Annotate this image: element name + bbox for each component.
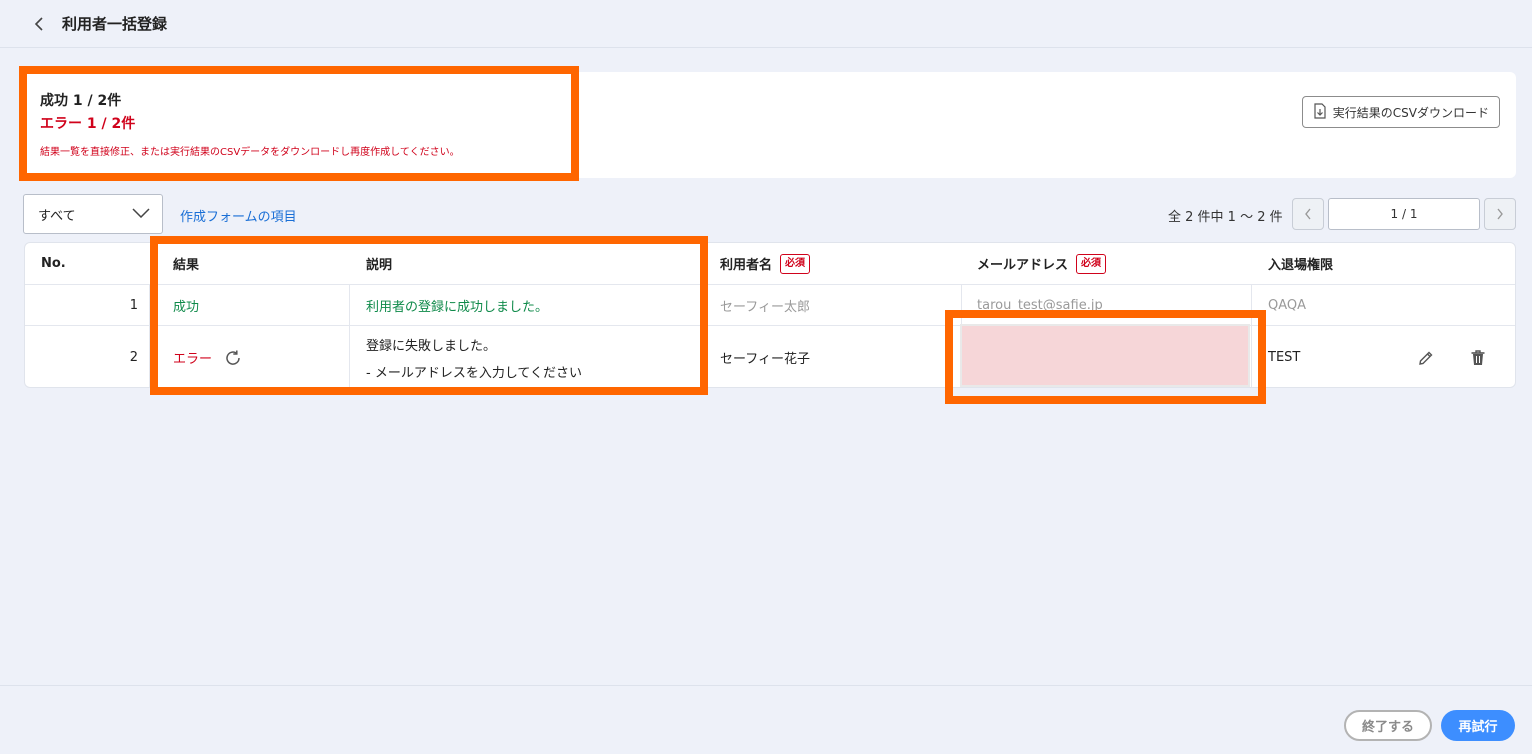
error-count: エラー 1 / 2件 — [40, 116, 136, 132]
file-download-icon — [1313, 102, 1327, 122]
csv-download-button[interactable]: 実行結果のCSVダウンロード — [1301, 96, 1500, 128]
header-email-label: メールアドレス — [977, 258, 1069, 273]
header-result: 結果 — [173, 258, 200, 273]
header-email: メールアドレス 必須 — [977, 243, 1107, 284]
header-user-name: 利用者名 必須 — [720, 243, 811, 284]
row-result-label: エラー — [173, 352, 213, 367]
retry-button[interactable]: 再試行 — [1441, 710, 1515, 741]
row-email[interactable]: tarou_test@safie.jp — [977, 285, 1103, 325]
form-items-link[interactable]: 作成フォームの項目 — [180, 206, 297, 225]
end-button[interactable]: 終了する — [1344, 710, 1432, 741]
chevron-down-icon — [132, 207, 150, 222]
row-result: エラー — [173, 326, 242, 387]
prev-page-button[interactable] — [1292, 198, 1324, 230]
refresh-icon[interactable] — [224, 349, 242, 367]
header-description: 説明 — [366, 258, 393, 273]
next-page-button[interactable] — [1484, 198, 1516, 230]
header-access: 入退場権限 — [1268, 258, 1334, 273]
summary-text: 成功 1 / 2件 エラー 1 / 2件 結果一覧を直接修正、または実行結果のC… — [40, 91, 460, 158]
footer-bar — [0, 685, 1532, 754]
header-user-name-label: 利用者名 — [720, 258, 773, 273]
row-access[interactable]: TEST — [1268, 326, 1300, 387]
chevron-right-icon — [1496, 205, 1504, 224]
row-result: 成功 — [173, 299, 200, 315]
pagination-info: 全 2 件中 1 〜 2 件 — [1168, 210, 1283, 225]
chevron-left-icon — [1304, 205, 1312, 224]
row-description: 登録に失敗しました。 - メールアドレスを入力してください — [366, 326, 583, 387]
email-field-error[interactable] — [960, 324, 1250, 387]
required-badge: 必須 — [1076, 253, 1107, 274]
required-badge: 必須 — [780, 253, 811, 274]
row-user-name[interactable]: セーフィー太郎 — [720, 285, 810, 325]
table-header-row: No. 結果 説明 利用者名 必須 メールアドレス 必須 入退場権限 — [25, 243, 1515, 285]
page-title: 利用者一括登録 — [62, 15, 168, 33]
page-input[interactable] — [1328, 198, 1480, 230]
back-chevron-icon[interactable] — [28, 13, 50, 35]
row-description-line2: - メールアドレスを入力してください — [366, 365, 583, 381]
csv-download-label: 実行結果のCSVダウンロード — [1332, 105, 1489, 120]
top-bar: 利用者一括登録 — [0, 0, 1532, 48]
table-row: 1 成功 利用者の登録に成功しました。 セーフィー太郎 tarou_test@s… — [25, 285, 1515, 326]
table-row: 2 エラー 登録に失敗しました。 - メールアドレスを入力してください セーフィ… — [25, 326, 1515, 387]
header-no: No. — [41, 256, 66, 271]
row-no: 2 — [129, 350, 138, 365]
filter-select[interactable]: すべて — [23, 194, 163, 234]
success-count: 成功 1 / 2件 — [40, 93, 122, 109]
results-table: No. 結果 説明 利用者名 必須 メールアドレス 必須 入退場権限 1 成功 … — [24, 242, 1516, 388]
row-description-line1: 登録に失敗しました。 — [366, 338, 497, 354]
row-no: 1 — [129, 297, 138, 313]
filter-selected-value: すべて — [38, 208, 76, 224]
result-summary-card: 成功 1 / 2件 エラー 1 / 2件 結果一覧を直接修正、または実行結果のC… — [24, 72, 1516, 178]
row-description: 利用者の登録に成功しました。 — [366, 299, 549, 315]
summary-note: 結果一覧を直接修正、または実行結果のCSVデータをダウンロードし再度作成してくだ… — [40, 147, 460, 158]
edit-pencil-icon[interactable] — [1415, 347, 1437, 369]
trash-icon[interactable] — [1467, 347, 1489, 369]
row-user-name[interactable]: セーフィー花子 — [720, 326, 810, 387]
row-access[interactable]: QAQA — [1268, 285, 1306, 325]
